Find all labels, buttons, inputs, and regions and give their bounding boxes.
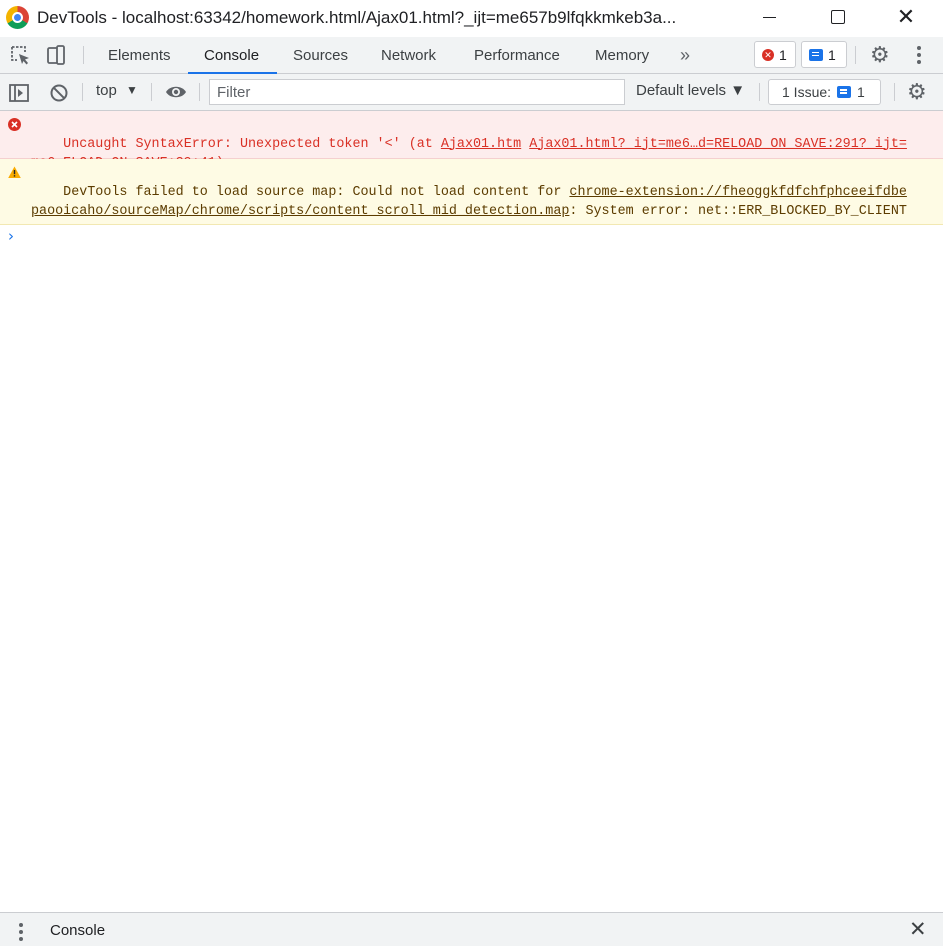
chrome-logo-icon: [6, 6, 29, 29]
warning-text: DevTools failed to load source map: Coul…: [63, 184, 570, 200]
more-tabs-chevron-icon[interactable]: »: [680, 45, 690, 66]
toolbar-divider: [199, 83, 200, 101]
console-error-message: Uncaught SyntaxError: Unexpected token '…: [0, 111, 943, 171]
tab-network[interactable]: Network: [381, 37, 436, 73]
warning-icon: [8, 166, 21, 178]
console-warning-message: DevTools failed to load source map: Coul…: [0, 159, 943, 225]
tab-memory[interactable]: Memory: [595, 37, 649, 73]
drawer-menu-icon[interactable]: [19, 923, 23, 941]
toolbar-divider: [894, 83, 895, 101]
more-options-icon[interactable]: [917, 46, 921, 64]
devtools-tab-bar: Elements Console Sources Network Perform…: [0, 37, 943, 74]
issues-count: 1: [857, 84, 865, 100]
tab-console[interactable]: Console: [188, 37, 277, 74]
maximize-icon: [831, 10, 845, 24]
error-count: 1: [779, 46, 787, 63]
error-text: Uncaught SyntaxError: Unexpected token '…: [63, 136, 441, 152]
settings-gear-icon[interactable]: ⚙: [870, 42, 890, 68]
window-close-button[interactable]: ✕: [883, 0, 929, 34]
drawer-tab-console[interactable]: Console: [50, 922, 105, 939]
warning-text-suffix: : System error: net::ERR_BLOCKED_BY_CLIE…: [569, 204, 907, 219]
tab-elements[interactable]: Elements: [108, 37, 171, 73]
console-prompt-chevron-icon[interactable]: ›: [8, 227, 14, 245]
inspect-element-icon[interactable]: [9, 44, 31, 66]
issues-label: 1 Issue:: [782, 84, 832, 100]
message-icon: [809, 48, 823, 61]
live-expression-eye-icon[interactable]: [165, 82, 187, 102]
show-sidebar-icon[interactable]: [8, 82, 30, 104]
toolbar-divider: [83, 46, 84, 64]
window-title: DevTools - localhost:63342/homework.html…: [37, 8, 677, 27]
minimize-button[interactable]: [746, 0, 792, 34]
drawer-close-icon[interactable]: ✕: [909, 917, 927, 942]
clear-console-icon[interactable]: [48, 82, 70, 104]
console-messages: Uncaught SyntaxError: Unexpected token '…: [0, 111, 943, 225]
error-source-link[interactable]: Ajax01.html?_ijt=me6…d=RELOAD_ON_SAVE:29: [529, 137, 850, 152]
context-dropdown-arrow-icon[interactable]: ▼: [126, 83, 138, 97]
toolbar-divider: [82, 83, 83, 101]
tab-sources[interactable]: Sources: [293, 37, 348, 73]
error-count-badge[interactable]: ✕ 1: [754, 41, 796, 68]
log-levels-dropdown[interactable]: Default levels ▼: [636, 82, 745, 99]
message-count-badge[interactable]: 1: [801, 41, 847, 68]
device-toolbar-icon[interactable]: [45, 44, 67, 66]
console-settings-gear-icon[interactable]: ⚙: [907, 79, 927, 105]
filter-input[interactable]: [209, 79, 625, 105]
console-toolbar: top ▼ Default levels ▼ 1 Issue: 1 ⚙: [0, 74, 943, 111]
close-icon: ✕: [896, 4, 916, 29]
context-selector[interactable]: top: [96, 82, 117, 99]
error-source-link[interactable]: Ajax01.htm: [441, 137, 521, 152]
tab-performance[interactable]: Performance: [474, 37, 560, 73]
issues-button[interactable]: 1 Issue: 1: [768, 79, 881, 105]
message-count: 1: [828, 46, 836, 63]
toolbar-divider: [855, 46, 856, 64]
issue-message-icon: [837, 86, 852, 98]
maximize-button[interactable]: [815, 0, 861, 34]
minimize-icon: [762, 16, 776, 18]
toolbar-divider: [759, 83, 760, 101]
toolbar-divider: [151, 83, 152, 101]
title-bar: DevTools - localhost:63342/homework.html…: [0, 0, 943, 37]
drawer-bar: Console ✕: [0, 912, 943, 946]
error-icon: [8, 118, 21, 131]
error-icon: ✕: [762, 48, 774, 61]
